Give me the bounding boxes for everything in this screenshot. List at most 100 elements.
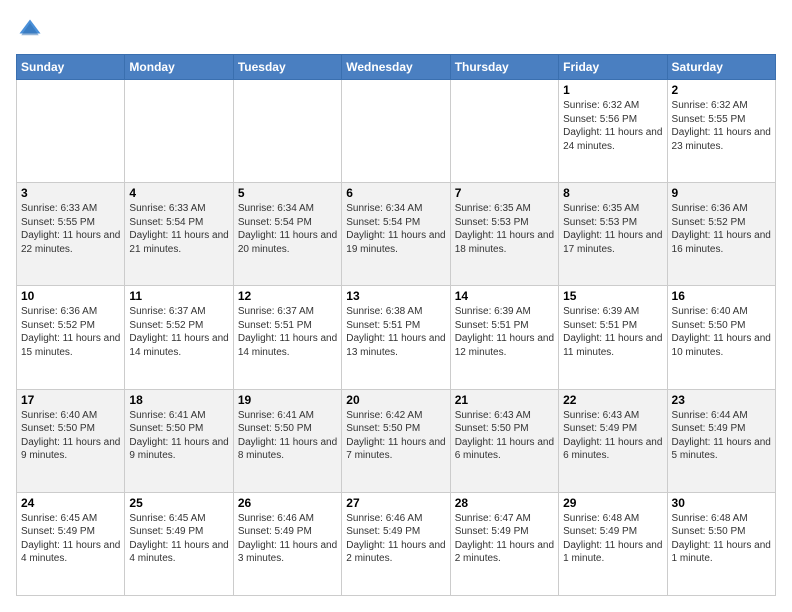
calendar-cell: 17 Sunrise: 6:40 AMSunset: 5:50 PMDayligh…: [17, 389, 125, 492]
calendar-day-header: Monday: [125, 55, 233, 80]
logo: [16, 16, 48, 44]
day-info: Sunrise: 6:46 AMSunset: 5:49 PMDaylight:…: [346, 512, 445, 566]
day-info: Sunrise: 6:46 AMSunset: 5:49 PMDaylight:…: [238, 512, 337, 566]
calendar-cell: 2 Sunrise: 6:32 AMSunset: 5:55 PMDaylight…: [667, 80, 775, 183]
calendar-cell: [233, 80, 341, 183]
calendar-day-header: Saturday: [667, 55, 775, 80]
calendar-week-row: 3 Sunrise: 6:33 AMSunset: 5:55 PMDaylight…: [17, 183, 776, 286]
day-number: 29: [563, 496, 662, 510]
calendar-cell: 18 Sunrise: 6:41 AMSunset: 5:50 PMDayligh…: [125, 389, 233, 492]
day-number: 8: [563, 186, 662, 200]
day-number: 4: [129, 186, 228, 200]
day-number: 17: [21, 393, 120, 407]
day-info: Sunrise: 6:35 AMSunset: 5:53 PMDaylight:…: [455, 202, 554, 256]
day-number: 25: [129, 496, 228, 510]
day-info: Sunrise: 6:47 AMSunset: 5:49 PMDaylight:…: [455, 512, 554, 566]
calendar-cell: 13 Sunrise: 6:38 AMSunset: 5:51 PMDayligh…: [342, 286, 450, 389]
calendar-cell: 30 Sunrise: 6:48 AMSunset: 5:50 PMDayligh…: [667, 492, 775, 595]
day-number: 24: [21, 496, 120, 510]
calendar-cell: 26 Sunrise: 6:46 AMSunset: 5:49 PMDayligh…: [233, 492, 341, 595]
calendar-week-row: 17 Sunrise: 6:40 AMSunset: 5:50 PMDayligh…: [17, 389, 776, 492]
calendar-cell: [342, 80, 450, 183]
calendar-cell: 25 Sunrise: 6:45 AMSunset: 5:49 PMDayligh…: [125, 492, 233, 595]
day-number: 30: [672, 496, 771, 510]
calendar-week-row: 24 Sunrise: 6:45 AMSunset: 5:49 PMDayligh…: [17, 492, 776, 595]
day-info: Sunrise: 6:38 AMSunset: 5:51 PMDaylight:…: [346, 305, 445, 359]
day-number: 7: [455, 186, 554, 200]
day-info: Sunrise: 6:37 AMSunset: 5:51 PMDaylight:…: [238, 305, 337, 359]
day-number: 22: [563, 393, 662, 407]
day-info: Sunrise: 6:33 AMSunset: 5:54 PMDaylight:…: [129, 202, 228, 256]
calendar-day-header: Friday: [559, 55, 667, 80]
calendar-week-row: 10 Sunrise: 6:36 AMSunset: 5:52 PMDayligh…: [17, 286, 776, 389]
day-number: 10: [21, 289, 120, 303]
day-number: 21: [455, 393, 554, 407]
day-info: Sunrise: 6:41 AMSunset: 5:50 PMDaylight:…: [129, 409, 228, 463]
day-info: Sunrise: 6:36 AMSunset: 5:52 PMDaylight:…: [672, 202, 771, 256]
calendar-cell: 28 Sunrise: 6:47 AMSunset: 5:49 PMDayligh…: [450, 492, 558, 595]
calendar-cell: 16Sunrise: 6:40 AMSunset: 5:50 PMDayligh…: [667, 286, 775, 389]
day-number: 15: [563, 289, 662, 303]
day-number: 12: [238, 289, 337, 303]
day-number: 14: [455, 289, 554, 303]
day-info: Sunrise: 6:32 AMSunset: 5:55 PMDaylight:…: [672, 99, 771, 153]
day-number: 9: [672, 186, 771, 200]
calendar-cell: 24 Sunrise: 6:45 AMSunset: 5:49 PMDayligh…: [17, 492, 125, 595]
calendar-cell: [125, 80, 233, 183]
calendar-cell: 12 Sunrise: 6:37 AMSunset: 5:51 PMDayligh…: [233, 286, 341, 389]
calendar-cell: 20Sunrise: 6:42 AMSunset: 5:50 PMDayligh…: [342, 389, 450, 492]
day-number: 11: [129, 289, 228, 303]
day-info: Sunrise: 6:32 AMSunset: 5:56 PMDaylight:…: [563, 99, 662, 153]
day-number: 5: [238, 186, 337, 200]
calendar-cell: 29 Sunrise: 6:48 AMSunset: 5:49 PMDayligh…: [559, 492, 667, 595]
day-number: 20: [346, 393, 445, 407]
day-number: 18: [129, 393, 228, 407]
day-number: 28: [455, 496, 554, 510]
calendar-cell: 22 Sunrise: 6:43 AMSunset: 5:49 PMDayligh…: [559, 389, 667, 492]
header: [16, 16, 776, 44]
day-info: Sunrise: 6:43 AMSunset: 5:49 PMDaylight:…: [563, 409, 662, 463]
calendar-day-header: Tuesday: [233, 55, 341, 80]
day-number: 1: [563, 83, 662, 97]
calendar-cell: 3 Sunrise: 6:33 AMSunset: 5:55 PMDaylight…: [17, 183, 125, 286]
day-info: Sunrise: 6:33 AMSunset: 5:55 PMDaylight:…: [21, 202, 120, 256]
day-info: Sunrise: 6:39 AMSunset: 5:51 PMDaylight:…: [563, 305, 662, 359]
calendar-week-row: 1 Sunrise: 6:32 AMSunset: 5:56 PMDaylight…: [17, 80, 776, 183]
calendar-header-row: SundayMondayTuesdayWednesdayThursdayFrid…: [17, 55, 776, 80]
page: SundayMondayTuesdayWednesdayThursdayFrid…: [0, 0, 792, 612]
calendar-cell: 27 Sunrise: 6:46 AMSunset: 5:49 PMDayligh…: [342, 492, 450, 595]
calendar-cell: 9 Sunrise: 6:36 AMSunset: 5:52 PMDaylight…: [667, 183, 775, 286]
day-number: 23: [672, 393, 771, 407]
calendar-cell: 10 Sunrise: 6:36 AMSunset: 5:52 PMDayligh…: [17, 286, 125, 389]
day-info: Sunrise: 6:45 AMSunset: 5:49 PMDaylight:…: [21, 512, 120, 566]
day-info: Sunrise: 6:43 AMSunset: 5:50 PMDaylight:…: [455, 409, 554, 463]
calendar-cell: 15 Sunrise: 6:39 AMSunset: 5:51 PMDayligh…: [559, 286, 667, 389]
calendar-cell: [450, 80, 558, 183]
calendar-cell: 19Sunrise: 6:41 AMSunset: 5:50 PMDayligh…: [233, 389, 341, 492]
day-number: 26: [238, 496, 337, 510]
day-info: Sunrise: 6:40 AMSunset: 5:50 PMDaylight:…: [21, 409, 120, 463]
day-number: 13: [346, 289, 445, 303]
calendar-cell: 5 Sunrise: 6:34 AMSunset: 5:54 PMDaylight…: [233, 183, 341, 286]
day-number: 6: [346, 186, 445, 200]
calendar-cell: 7 Sunrise: 6:35 AMSunset: 5:53 PMDaylight…: [450, 183, 558, 286]
day-number: 2: [672, 83, 771, 97]
day-number: 27: [346, 496, 445, 510]
day-info: Sunrise: 6:34 AMSunset: 5:54 PMDaylight:…: [346, 202, 445, 256]
day-number: 3: [21, 186, 120, 200]
day-info: Sunrise: 6:36 AMSunset: 5:52 PMDaylight:…: [21, 305, 120, 359]
day-info: Sunrise: 6:45 AMSunset: 5:49 PMDaylight:…: [129, 512, 228, 566]
day-info: Sunrise: 6:37 AMSunset: 5:52 PMDaylight:…: [129, 305, 228, 359]
day-info: Sunrise: 6:48 AMSunset: 5:49 PMDaylight:…: [563, 512, 662, 566]
calendar-cell: 1 Sunrise: 6:32 AMSunset: 5:56 PMDaylight…: [559, 80, 667, 183]
day-number: 16: [672, 289, 771, 303]
calendar-cell: [17, 80, 125, 183]
calendar-table: SundayMondayTuesdayWednesdayThursdayFrid…: [16, 54, 776, 596]
day-info: Sunrise: 6:34 AMSunset: 5:54 PMDaylight:…: [238, 202, 337, 256]
calendar-cell: 21 Sunrise: 6:43 AMSunset: 5:50 PMDayligh…: [450, 389, 558, 492]
day-info: Sunrise: 6:41 AMSunset: 5:50 PMDaylight:…: [238, 409, 337, 463]
day-info: Sunrise: 6:44 AMSunset: 5:49 PMDaylight:…: [672, 409, 771, 463]
calendar-cell: 23 Sunrise: 6:44 AMSunset: 5:49 PMDayligh…: [667, 389, 775, 492]
calendar-cell: 4 Sunrise: 6:33 AMSunset: 5:54 PMDaylight…: [125, 183, 233, 286]
day-info: Sunrise: 6:48 AMSunset: 5:50 PMDaylight:…: [672, 512, 771, 566]
